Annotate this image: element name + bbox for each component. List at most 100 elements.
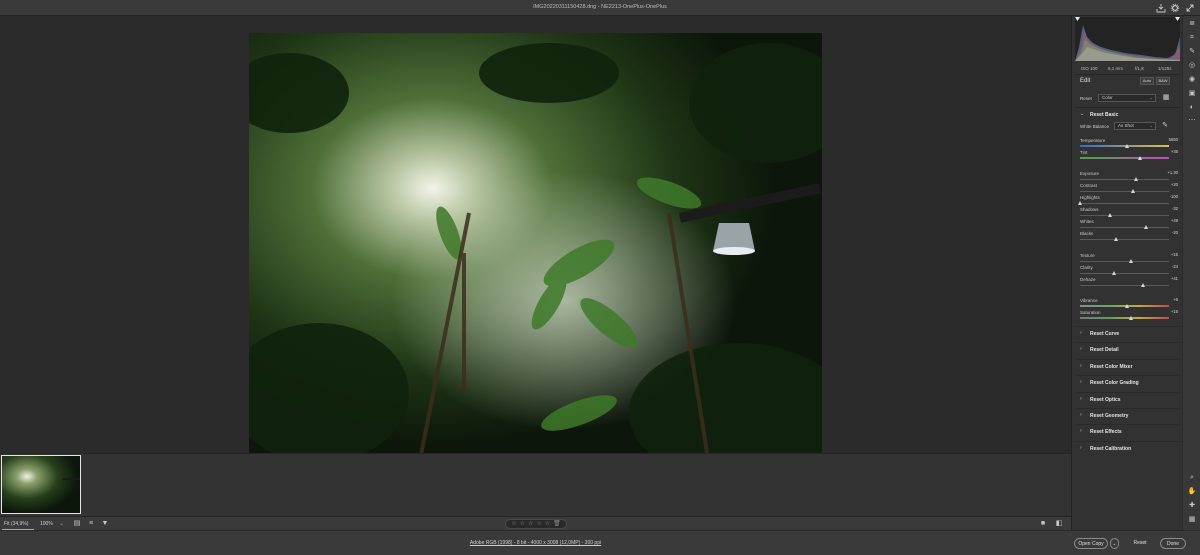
bw-button[interactable]: B&W: [1156, 77, 1170, 85]
chevron-down-icon[interactable]: ⌄: [1110, 538, 1119, 549]
slider-exposure[interactable]: Exposure +1.30: [1080, 170, 1178, 183]
slider-value[interactable]: +6: [1162, 297, 1178, 304]
slider-handle[interactable]: [1125, 304, 1130, 308]
healing-icon[interactable]: ✎: [1186, 46, 1198, 57]
slider-temperature[interactable]: Temperature 5650: [1080, 137, 1178, 150]
chevron-down-icon[interactable]: ⌄: [59, 520, 64, 527]
open-copy-button[interactable]: Open Copy: [1074, 538, 1108, 549]
slider-handle[interactable]: [1078, 201, 1082, 205]
expand-icon[interactable]: [1185, 3, 1195, 13]
image-canvas[interactable]: [0, 16, 1071, 465]
slider-track[interactable]: [1080, 191, 1169, 192]
slider-handle[interactable]: [1111, 271, 1116, 275]
slider-value[interactable]: +15: [1162, 252, 1178, 259]
slider-saturation[interactable]: Saturation +15: [1080, 309, 1178, 322]
slider-whites[interactable]: Whites +49: [1080, 218, 1178, 231]
slider-handle[interactable]: [1140, 283, 1145, 287]
star-icon[interactable]: ☆: [520, 520, 525, 528]
slider-contrast[interactable]: Contrast +20: [1080, 182, 1178, 195]
slider-handle[interactable]: [1125, 144, 1130, 148]
slider-highlights[interactable]: Highlights -100: [1078, 194, 1178, 207]
slider-tint[interactable]: Tint +35: [1080, 149, 1178, 162]
slider-track[interactable]: [1080, 215, 1169, 216]
slider-track[interactable]: [1080, 317, 1169, 319]
slider-handle[interactable]: [1131, 189, 1136, 193]
slider-clarity[interactable]: Clarity -24: [1080, 264, 1178, 277]
slider-vibrance[interactable]: Vibrance +6: [1080, 297, 1178, 310]
section-color-mixer[interactable]: › Reset Color Mixer: [1072, 360, 1183, 374]
slider-track[interactable]: [1080, 227, 1169, 228]
eyedropper-icon[interactable]: ✎: [1160, 121, 1170, 131]
slider-track[interactable]: [1080, 179, 1169, 180]
single-view-icon[interactable]: ■: [1038, 519, 1048, 529]
slider-value[interactable]: +15: [1162, 309, 1178, 316]
slider-value[interactable]: +35: [1162, 149, 1178, 156]
slider-value[interactable]: -24: [1162, 264, 1178, 271]
slider-handle[interactable]: [1108, 213, 1113, 217]
slider-value[interactable]: +20: [1162, 182, 1178, 189]
snapshots-icon[interactable]: ◐: [1186, 102, 1198, 113]
sampler-icon[interactable]: ✚: [1186, 500, 1198, 511]
slider-track[interactable]: [1080, 157, 1169, 159]
star-icon[interactable]: ☆: [545, 520, 550, 528]
slider-track[interactable]: [1080, 239, 1169, 240]
section-calibration[interactable]: › Reset Calibration: [1072, 442, 1183, 456]
section-curve[interactable]: › Reset Curve: [1072, 327, 1183, 341]
slider-handle[interactable]: [1144, 225, 1149, 229]
hand-icon[interactable]: ✋: [1186, 486, 1198, 497]
section-basic[interactable]: ⌄ Reset Basic: [1072, 108, 1183, 122]
profile-select[interactable]: Color ⌄: [1098, 94, 1156, 102]
white-balance-select[interactable]: As Shot ⌄: [1114, 122, 1156, 130]
slider-handle[interactable]: [1137, 156, 1142, 160]
slider-handle[interactable]: [1134, 177, 1139, 181]
star-icon[interactable]: ☆: [528, 520, 533, 528]
fit-zoom-button[interactable]: Fit (34,9%): [4, 521, 28, 527]
rating-stars[interactable]: ☆ ☆ ☆ ☆ ☆ 🗑: [505, 519, 567, 529]
profile-browser-icon[interactable]: ▦: [1161, 93, 1171, 103]
sort-icon[interactable]: ≡: [86, 519, 96, 529]
slider-value[interactable]: +49: [1162, 218, 1178, 225]
reset-button[interactable]: Reset: [1128, 538, 1152, 549]
section-detail[interactable]: › Reset Detail: [1072, 343, 1183, 357]
slider-track[interactable]: [1080, 261, 1169, 262]
star-icon[interactable]: ☆: [536, 520, 541, 528]
section-geometry[interactable]: › Reset Geometry: [1072, 409, 1183, 423]
slider-handle[interactable]: [1113, 237, 1118, 241]
zoom-icon[interactable]: ⌕: [1186, 472, 1198, 483]
slider-texture[interactable]: Texture +15: [1080, 252, 1178, 265]
slider-dehaze[interactable]: Dehaze +41: [1080, 276, 1178, 289]
masking-icon[interactable]: ◎: [1186, 60, 1198, 71]
filmstrip-toggle-icon[interactable]: ▤: [72, 519, 82, 529]
slider-value[interactable]: +1.30: [1162, 170, 1178, 177]
save-icon[interactable]: [1156, 3, 1166, 13]
slider-value[interactable]: -100: [1162, 194, 1178, 201]
trash-icon[interactable]: 🗑: [553, 520, 561, 528]
slider-track[interactable]: [1080, 203, 1169, 204]
slider-handle[interactable]: [1129, 316, 1134, 320]
filter-icon[interactable]: ▼: [100, 519, 110, 529]
section-optics[interactable]: › Reset Optics: [1072, 393, 1183, 407]
slider-value[interactable]: -20: [1162, 230, 1178, 237]
slider-value[interactable]: -32: [1162, 206, 1178, 213]
slider-track[interactable]: [1080, 285, 1169, 286]
crop-icon[interactable]: ⌗: [1186, 32, 1198, 43]
presets-icon[interactable]: ▣: [1186, 88, 1198, 99]
section-effects[interactable]: › Reset Effects: [1072, 425, 1183, 439]
gear-icon[interactable]: [1170, 3, 1180, 13]
star-icon[interactable]: ☆: [511, 520, 516, 528]
filmstrip-thumbnail[interactable]: [1, 455, 81, 514]
grid-icon[interactable]: ▦: [1186, 514, 1198, 525]
more-icon[interactable]: ⋯: [1186, 115, 1198, 126]
slider-value[interactable]: +41: [1162, 276, 1178, 283]
auto-button[interactable]: Auto: [1140, 77, 1154, 85]
slider-track[interactable]: [1080, 273, 1169, 274]
before-after-icon[interactable]: ◧: [1054, 519, 1064, 529]
zoom-100-button[interactable]: 100%: [40, 521, 53, 527]
edit-icon[interactable]: ≣: [1186, 18, 1198, 29]
slider-shadows[interactable]: Shadows -32: [1080, 206, 1178, 219]
slider-handle[interactable]: [1129, 259, 1134, 263]
slider-value[interactable]: 5650: [1162, 137, 1178, 144]
section-color-grading[interactable]: › Reset Color Grading: [1072, 376, 1183, 390]
workflow-options-link[interactable]: Adobe RGB (1998) - 8 bit - 4000 x 3008 (…: [0, 540, 1071, 546]
slider-blacks[interactable]: Blacks -20: [1080, 230, 1178, 243]
